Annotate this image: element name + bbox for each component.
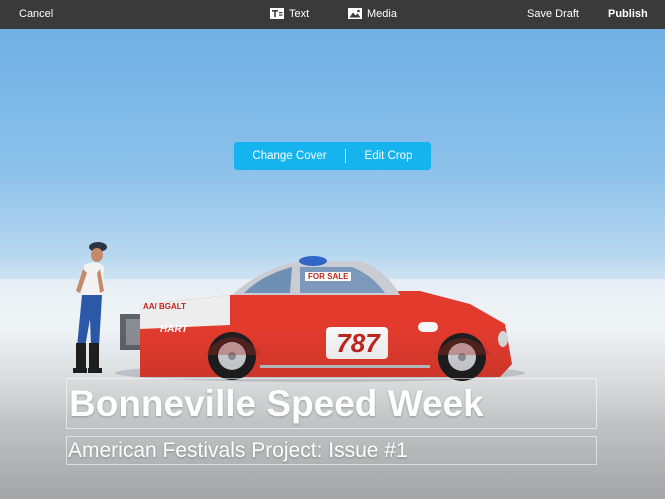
text-tool-label: Text [289,8,310,20]
story-subtitle-field[interactable]: American Festivals Project: Issue #1 [66,436,597,465]
cover-actions: Change Cover Edit Crop [234,142,431,170]
text-block-icon [270,7,284,19]
media-tool-label: Media [367,8,397,20]
class-sign: AA/ BGALT [143,302,186,311]
story-title: Bonneville Speed Week [69,383,484,424]
story-subtitle: American Festivals Project: Issue #1 [68,439,408,462]
change-cover-button[interactable]: Change Cover [234,142,345,170]
publish-button[interactable]: Publish [608,0,648,29]
image-icon [348,7,362,19]
cancel-button[interactable]: Cancel [19,0,53,29]
story-title-field[interactable]: Bonneville Speed Week [66,378,597,429]
media-tool-button[interactable]: Media [348,0,397,29]
for-sale-sign: FOR SALE [305,272,352,281]
top-toolbar: Cancel Text Media Save Draft Publish [0,0,665,29]
text-tool-button[interactable]: Text [270,0,309,29]
save-draft-button[interactable]: Save Draft [527,0,579,29]
edit-crop-button[interactable]: Edit Crop [346,142,431,170]
